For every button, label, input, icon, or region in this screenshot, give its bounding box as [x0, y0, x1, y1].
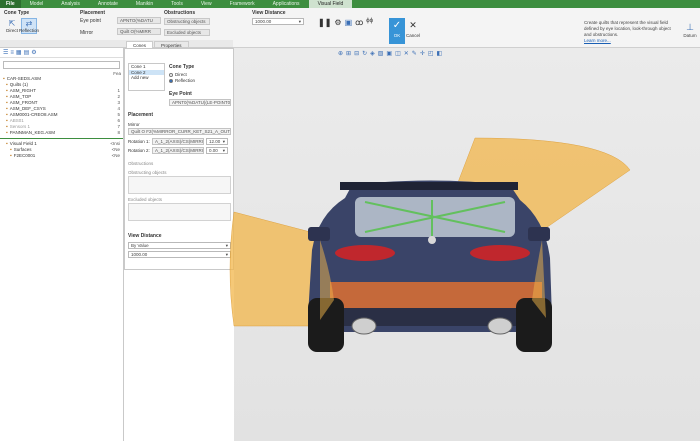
- rear-logo: [428, 236, 436, 244]
- left-tail-light: [335, 245, 395, 261]
- car-visual-field-scene: [229, 137, 631, 352]
- right-exhaust: [487, 317, 513, 335]
- rear-spoiler: [340, 182, 518, 190]
- left-mirror: [308, 227, 330, 241]
- left-exhaust: [351, 317, 377, 335]
- right-mirror: [528, 227, 550, 241]
- right-rear-tire: [516, 298, 552, 352]
- right-tail-light: [470, 245, 530, 261]
- rear-bumper: [330, 282, 542, 308]
